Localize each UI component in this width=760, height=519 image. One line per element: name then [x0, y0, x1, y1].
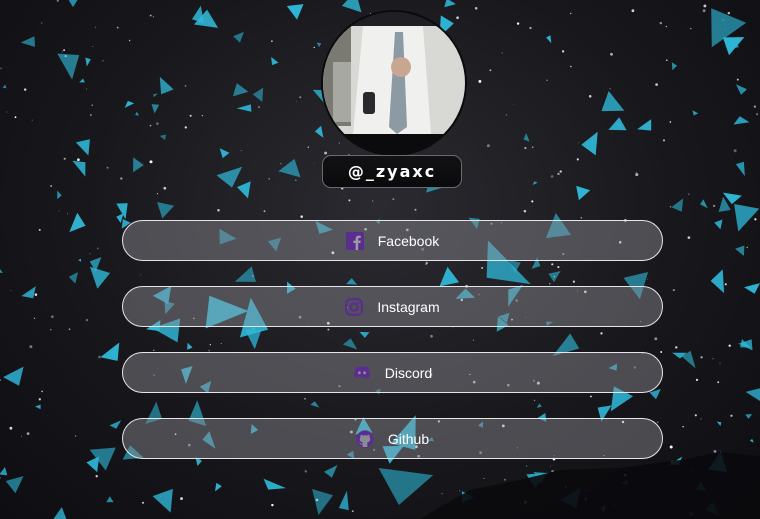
github-icon: [356, 429, 374, 448]
github-link-label: Github: [387, 430, 430, 447]
discord-link-button[interactable]: Discord: [122, 352, 663, 393]
link-list: Facebook Instagram Discord Github: [122, 220, 663, 484]
instagram-icon: [345, 297, 364, 316]
facebook-link-label: Facebook: [377, 232, 440, 249]
facebook-icon: [345, 231, 364, 250]
discord-icon: [353, 364, 371, 382]
facebook-link-button[interactable]: Facebook: [122, 220, 663, 261]
instagram-link-button[interactable]: Instagram: [122, 286, 663, 327]
profile-handle: @_zyaxc: [322, 155, 462, 188]
profile-avatar: [321, 10, 467, 156]
discord-link-label: Discord: [384, 364, 433, 381]
instagram-link-label: Instagram: [377, 298, 440, 315]
github-link-button[interactable]: Github: [122, 418, 663, 459]
